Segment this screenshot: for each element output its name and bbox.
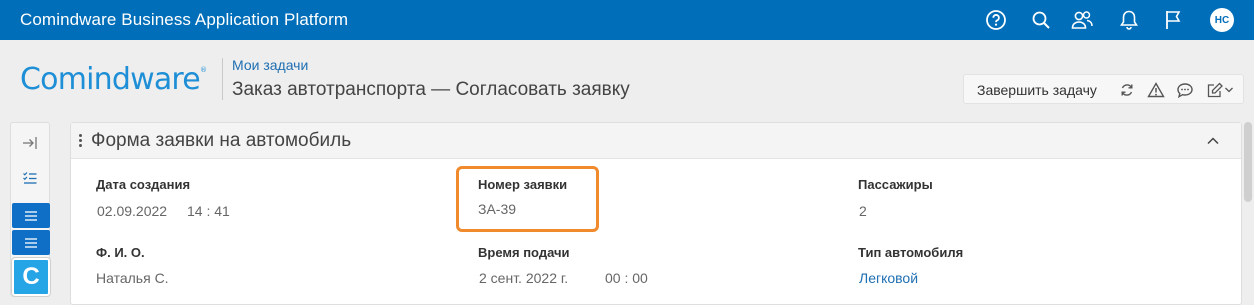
header-divider xyxy=(222,58,223,100)
help-icon[interactable] xyxy=(984,8,1008,32)
created-date-value: 02.09.2022 xyxy=(97,203,168,219)
expand-panel-icon[interactable] xyxy=(17,130,43,156)
highlight-frame xyxy=(456,166,599,232)
drag-handle-icon[interactable] xyxy=(79,134,83,148)
top-bar: Comindware Business Application Platform… xyxy=(0,0,1254,40)
warning-icon[interactable] xyxy=(1146,80,1166,100)
car-type-link[interactable]: Легковой xyxy=(859,270,918,286)
menu-icon[interactable] xyxy=(12,230,50,255)
task-actions: Завершить задачу xyxy=(963,74,1244,104)
request-number-value: ЗА-39 xyxy=(478,201,517,217)
passengers-value: 2 xyxy=(859,203,867,219)
fio-label: Ф. И. О. xyxy=(96,245,145,260)
chevron-down-icon[interactable] xyxy=(1222,80,1236,100)
logo[interactable]: Comindware® xyxy=(20,62,207,97)
comment-icon[interactable] xyxy=(1175,80,1195,100)
left-toolbar: C xyxy=(10,122,50,297)
app-title: Comindware Business Application Platform xyxy=(20,10,349,29)
bell-icon[interactable] xyxy=(1117,8,1141,32)
search-icon[interactable] xyxy=(1029,8,1053,32)
car-type-label: Тип автомобиля xyxy=(858,245,964,260)
scrollbar[interactable] xyxy=(1244,122,1252,202)
created-date-label: Дата создания xyxy=(96,177,191,192)
refresh-icon[interactable] xyxy=(1117,80,1137,100)
passengers-label: Пассажиры xyxy=(858,177,933,192)
submit-time-label: Время подачи xyxy=(478,245,570,260)
breadcrumb[interactable]: Мои задачи xyxy=(232,57,308,73)
page-title: Заказ автотранспорта — Согласовать заявк… xyxy=(232,79,630,100)
fio-value: Наталья С. xyxy=(96,270,169,286)
task-list-icon[interactable] xyxy=(17,165,43,191)
form-title: Форма заявки на автомобиль xyxy=(91,130,352,151)
page-header: Comindware® Мои задачи Заказ автотранспо… xyxy=(0,40,1254,118)
avatar[interactable]: НС xyxy=(1210,8,1234,32)
submit-time-value: 00 : 00 xyxy=(605,270,648,286)
menu-icon[interactable] xyxy=(12,203,50,228)
users-icon[interactable] xyxy=(1070,8,1094,32)
form-panel: Форма заявки на автомобиль Дата создания… xyxy=(70,122,1242,305)
flag-icon[interactable] xyxy=(1161,8,1185,32)
app-launcher-button[interactable]: C xyxy=(12,258,50,296)
complete-task-button[interactable]: Завершить задачу xyxy=(977,82,1097,98)
chevron-up-icon[interactable] xyxy=(1205,133,1221,149)
submit-date-value: 2 сент. 2022 г. xyxy=(479,270,569,286)
created-time-value: 14 : 41 xyxy=(187,203,230,219)
form-panel-header[interactable]: Форма заявки на автомобиль xyxy=(71,123,1241,159)
request-number-label: Номер заявки xyxy=(478,177,568,192)
